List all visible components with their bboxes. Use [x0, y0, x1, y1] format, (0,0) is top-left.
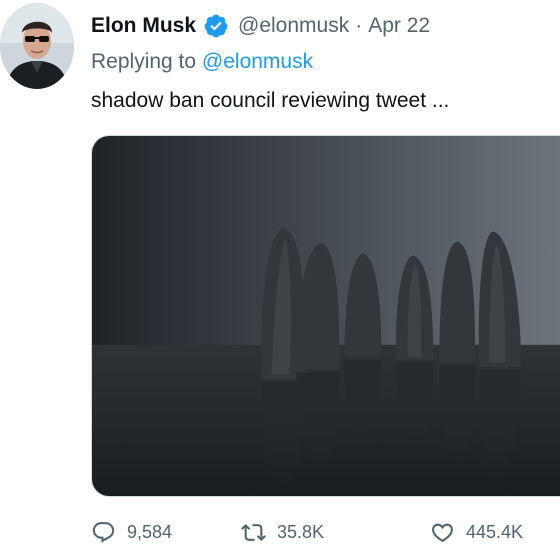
- reply-count: 9,584: [127, 522, 173, 542]
- replying-mention-link[interactable]: @elonmusk: [202, 50, 313, 73]
- tweet-date[interactable]: Apr 22: [368, 12, 430, 40]
- like-button[interactable]: 445.4K: [430, 520, 523, 545]
- tweet-header: Elon Musk @elonmusk · Apr 22: [91, 12, 430, 40]
- retweet-count: 35.8K: [277, 522, 325, 542]
- reply-button[interactable]: 9,584: [91, 520, 172, 545]
- retweet-button[interactable]: 35.8K: [241, 520, 324, 545]
- separator-dot: ·: [355, 14, 363, 37]
- author-name[interactable]: Elon Musk: [91, 12, 196, 40]
- tweet-text: shadow ban council reviewing tweet ...: [91, 89, 450, 112]
- like-count: 445.4K: [466, 522, 524, 542]
- verified-badge-icon: [203, 13, 229, 39]
- retweet-icon: [241, 524, 266, 541]
- author-handle[interactable]: @elonmusk: [238, 12, 349, 40]
- tweet: Elon Musk @elonmusk · Apr 22 Replying to…: [0, 0, 560, 560]
- replying-prefix: Replying to: [91, 50, 197, 73]
- replying-to: Replying to @elonmusk: [91, 48, 313, 76]
- avatar[interactable]: [0, 3, 74, 89]
- reply-icon: [92, 522, 115, 543]
- heart-icon: [432, 523, 453, 543]
- tweet-actions: 9,584 35.8K 445.4K: [91, 520, 560, 552]
- tweet-media-image[interactable]: [91, 135, 560, 497]
